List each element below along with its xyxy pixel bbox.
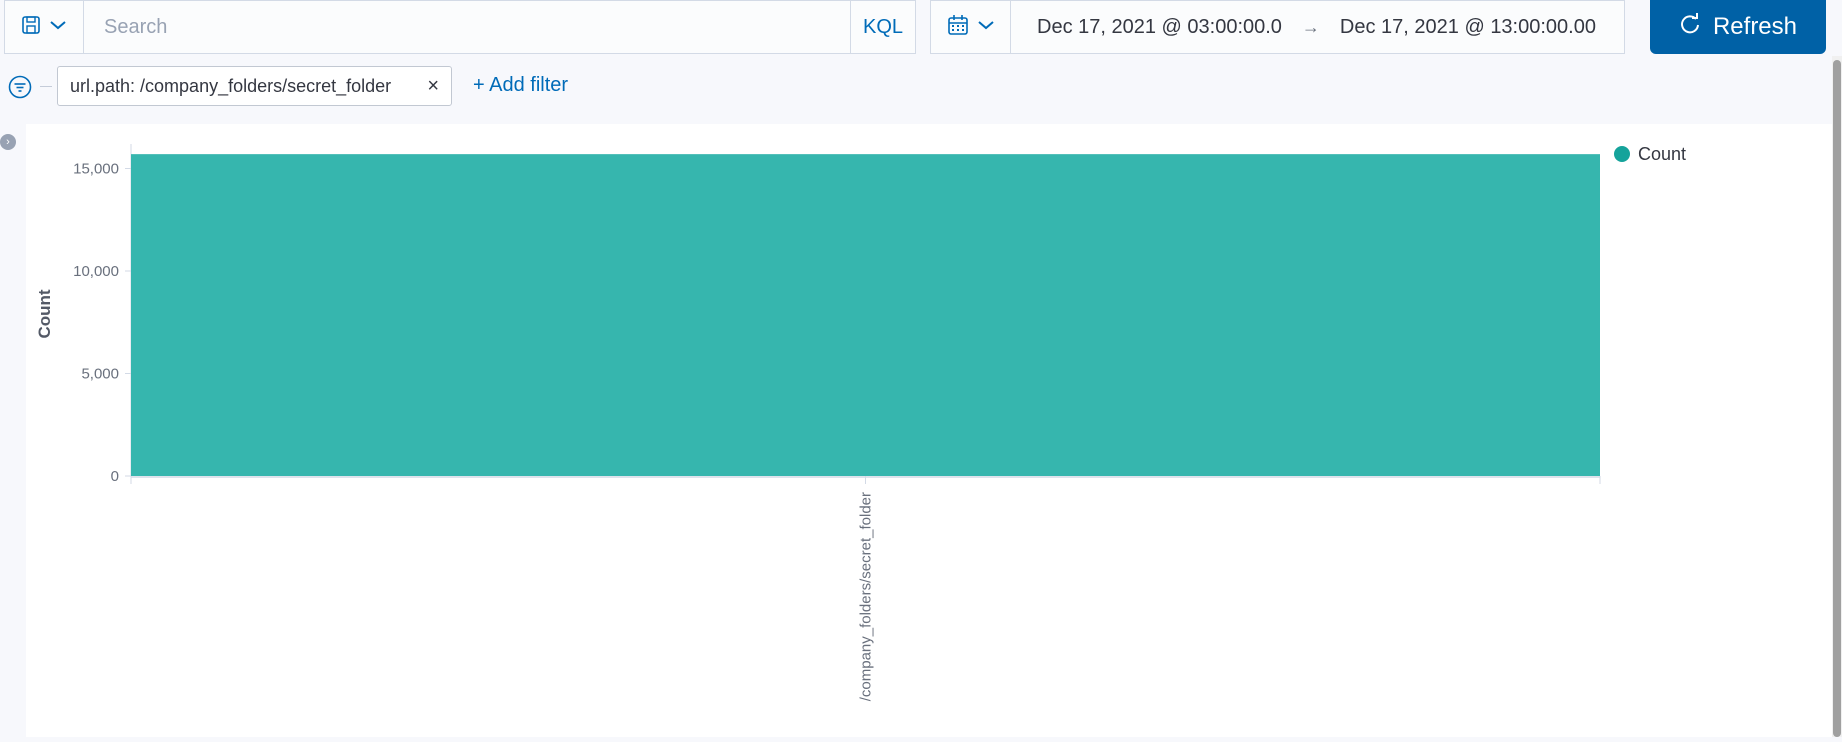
scrollbar-thumb[interactable] (1833, 60, 1841, 737)
legend-dot (1614, 146, 1630, 162)
y-tick-label: 15,000 (73, 161, 119, 178)
chevron-down-icon (49, 18, 67, 36)
end-date[interactable]: Dec 17, 2021 @ 13:00:00.00 (1340, 16, 1596, 39)
divider (40, 86, 52, 87)
arrow-right-icon: → (1301, 16, 1320, 37)
kql-button[interactable]: KQL (850, 0, 916, 54)
saved-query-button[interactable] (4, 0, 84, 54)
close-icon[interactable]: × (427, 76, 439, 96)
refresh-label: Refresh (1712, 13, 1798, 40)
legend: Count (1614, 144, 1686, 164)
y-axis: 0 5,000 10,000 15,000 (73, 144, 132, 485)
y-tick-label: 5,000 (81, 366, 119, 383)
search-input[interactable] (102, 14, 850, 40)
calendar-icon (947, 14, 969, 41)
quick-menu-button[interactable] (931, 1, 1011, 53)
y-tick-label: 10,000 (73, 263, 119, 280)
bars (131, 154, 1600, 476)
x-axis: /company_folders/secret_folder (130, 476, 1601, 701)
add-filter-link[interactable]: + Add filter (473, 74, 568, 97)
start-date[interactable]: Dec 17, 2021 @ 03:00:00.0 (1037, 16, 1282, 39)
legend-label[interactable]: Count (1638, 144, 1686, 164)
save-icon (21, 15, 41, 40)
x-tick-label: /company_folders/secret_folder (858, 492, 875, 701)
bar-chart: 0 5,000 10,000 15,000 Count /company_folder… (35, 144, 1686, 701)
refresh-button[interactable]: Refresh (1650, 0, 1826, 54)
filter-bar: url.path: /company_folders/secret_folder… (0, 64, 1842, 108)
query-bar: KQL Dec 17, 2021 @ 03:00:00.0 → Dec 17, … (0, 0, 1842, 56)
bar[interactable] (131, 154, 1600, 476)
filter-options-icon[interactable] (8, 75, 32, 104)
filter-pill-label: url.path: /company_folders/secret_folder (70, 75, 392, 96)
refresh-icon (1679, 12, 1701, 42)
search-field[interactable] (84, 0, 850, 54)
chevron-right-icon[interactable]: › (0, 134, 16, 150)
y-axis-label: Count (35, 289, 54, 338)
visualization-panel: 0 5,000 10,000 15,000 Count /company_folder… (26, 124, 1834, 737)
y-tick-label: 0 (111, 468, 119, 485)
chevron-down-icon (977, 18, 995, 36)
filter-pill[interactable]: url.path: /company_folders/secret_folder… (57, 66, 452, 106)
date-picker: Dec 17, 2021 @ 03:00:00.0 → Dec 17, 2021… (930, 0, 1625, 54)
